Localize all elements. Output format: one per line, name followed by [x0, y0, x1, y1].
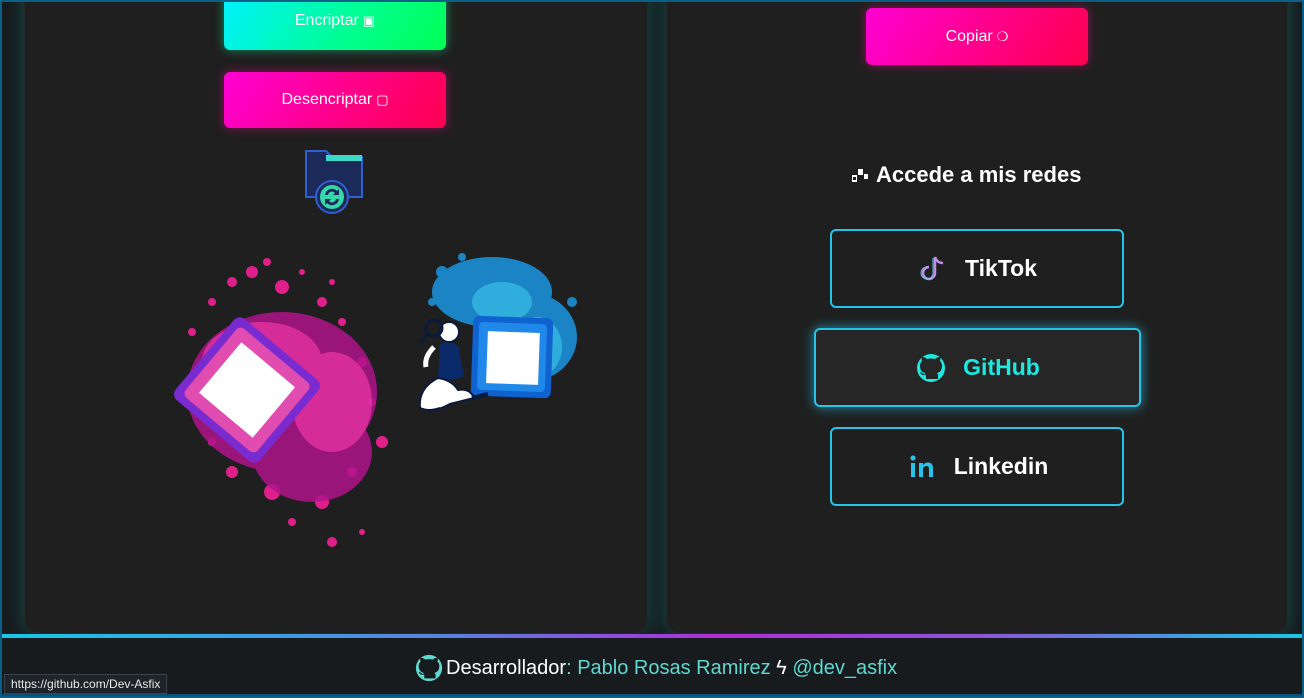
tiktok-label: TikTok — [965, 255, 1037, 281]
footer-credits: Desarrollador: Pablo Rosas Ramirez ϟ @de… — [414, 653, 897, 683]
copy-button[interactable]: Copiar ❍ — [866, 8, 1088, 65]
search-person-illustration — [174, 253, 577, 547]
footer-divider: ϟ — [776, 656, 787, 679]
tiktok-icon — [920, 256, 944, 280]
linkedin-icon — [910, 454, 933, 477]
decrypt-glyph-icon: ▢ — [376, 92, 389, 107]
decrypt-button[interactable]: Desencriptar ▢ — [224, 72, 446, 128]
footer-handle-link[interactable]: @dev_asfix — [792, 657, 897, 680]
tiktok-link-button[interactable]: TikTok — [830, 229, 1124, 308]
window-bottom-border — [2, 694, 1302, 696]
github-icon[interactable] — [414, 653, 444, 683]
github-link-button[interactable]: GitHub — [814, 328, 1141, 407]
footer-separator: : — [566, 656, 572, 679]
encrypt-glyph-icon: ▣ — [362, 13, 376, 28]
decrypt-label: Desencriptar — [281, 91, 373, 108]
social-title-text: Accede a mis redes — [876, 162, 1082, 187]
social-section-title: Accede a mis redes — [850, 160, 1110, 190]
linkedin-label: Linkedin — [953, 453, 1049, 479]
linkedin-link-button[interactable]: Linkedin — [830, 427, 1124, 506]
footer-prefix: Desarrollador — [446, 656, 567, 679]
github-icon — [917, 353, 946, 382]
folder-refresh-icon — [305, 150, 363, 214]
network-icon — [852, 169, 868, 182]
status-bar-url: https://github.com/Dev-Asfix — [4, 674, 168, 694]
app-window: Encriptar ▣ Desencriptar ▢ Copiar ❍ Acce… — [0, 0, 1304, 698]
github-label: GitHub — [963, 354, 1040, 380]
copy-glyph-icon: ❍ — [996, 28, 1009, 44]
footer-author: Pablo Rosas Ramirez — [577, 656, 771, 679]
encrypt-label: Encriptar — [294, 12, 359, 29]
copy-label: Copiar — [945, 27, 993, 45]
output-panel — [666, 2, 1288, 634]
encrypt-button[interactable]: Encriptar ▣ — [224, 2, 446, 50]
